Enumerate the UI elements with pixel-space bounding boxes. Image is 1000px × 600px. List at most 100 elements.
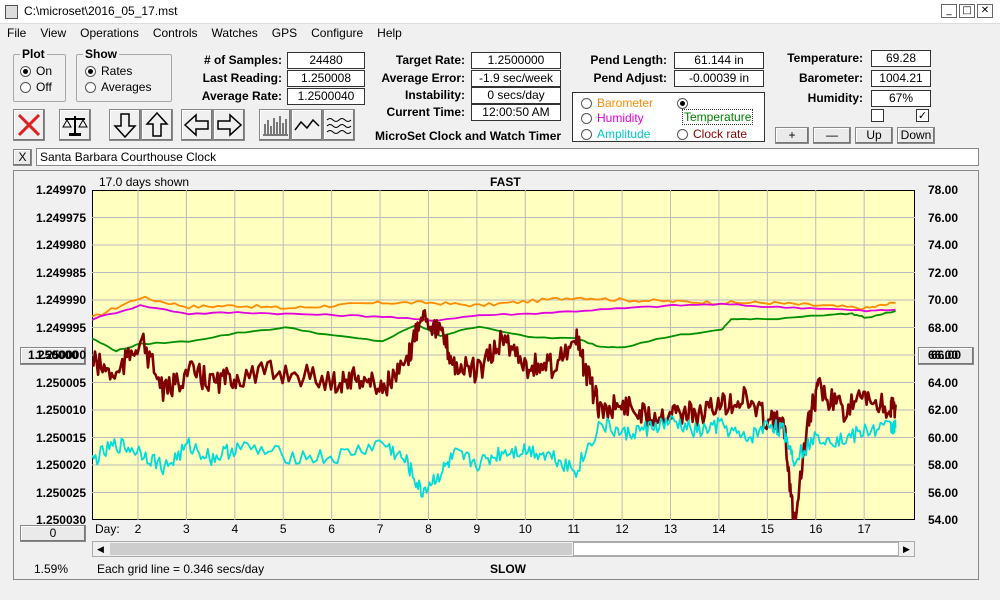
y-axis-right: 78.00 76.00 74.00 72.00 70.00 68.00 66.00 64.00…	[928, 0, 988, 600]
aux-option-barometer[interactable]: Barometer	[581, 96, 653, 110]
y-right-tick-label: 66.00	[928, 348, 959, 362]
radio-dot[interactable]	[85, 66, 96, 78]
radio-dot[interactable]	[581, 113, 592, 125]
x-tick-label: 11	[567, 522, 580, 536]
x-tick-label: 12	[615, 522, 629, 536]
y-left-tick-label: 1.249990	[35, 293, 86, 307]
humidity-value: 67%	[871, 90, 931, 107]
y-right-tick-label: 70.00	[928, 293, 959, 307]
x-tick-label: 3	[183, 522, 190, 536]
menu-bar: File View Operations Controls Watches GP…	[0, 24, 1000, 41]
radio-dot[interactable]	[677, 129, 688, 141]
arrow-down-button[interactable]	[109, 109, 141, 141]
y-left-tick-label: 1.249980	[35, 238, 86, 252]
x-tick-label: 6	[328, 522, 335, 536]
aux-option-label: Humidity	[597, 111, 644, 125]
clock-name-field[interactable]: Santa Barbara Courthouse Clock	[36, 148, 979, 166]
barometer-label: Barometer:	[798, 71, 863, 85]
y-left-tick-label: 1.250005	[35, 375, 86, 390]
y-left-tick-label: 1.250025	[35, 485, 86, 500]
radio-dot[interactable]	[581, 129, 592, 141]
x-tick-label: 2	[134, 522, 142, 536]
scroll-thumb[interactable]	[573, 542, 899, 556]
radio-dot[interactable]	[581, 98, 592, 110]
menu-controls[interactable]: Controls	[146, 26, 205, 40]
y-axis-left: 1.249970 1.249975 1.249980 1.249985 1.249990…	[14, 0, 86, 600]
grid-note: Each grid line = 0.346 secs/day	[97, 562, 265, 576]
y-right-tick-label: 78.00	[928, 183, 959, 197]
temperature-label: Temperature:	[787, 51, 863, 65]
show-group-title: Show	[83, 47, 119, 61]
plot-area	[92, 190, 915, 520]
instability-value: 0 secs/day	[471, 87, 561, 104]
arrow-left-button[interactable]	[181, 109, 213, 141]
menu-watches[interactable]: Watches	[205, 26, 265, 40]
y-left-tick-label: 1.250015	[35, 430, 86, 445]
minus-button[interactable]: —	[813, 127, 851, 144]
show-rates-radio[interactable]: Rates	[85, 64, 132, 78]
y-left-tick-label: 1.250020	[35, 458, 86, 472]
bars-view-button[interactable]	[259, 109, 291, 141]
aux-series-selector: Barometer Temperature Humidity Amplitude…	[572, 92, 765, 142]
last-reading-value: 1.250008	[287, 70, 365, 87]
aux-option-clock-rate[interactable]: Clock rate	[677, 127, 747, 141]
average-error-label: Average Error:	[381, 71, 465, 85]
x-tick-label: 10	[518, 522, 532, 536]
y-right-tick-label: 64.00	[928, 375, 959, 390]
pend-length-value[interactable]: 61.144 in	[674, 52, 764, 69]
x-tick-label: 15	[760, 522, 775, 536]
x-tick-label: 14	[712, 522, 726, 536]
last-reading-label: Last Reading:	[202, 71, 282, 85]
radio-dot[interactable]	[85, 82, 96, 94]
x-tick-label: 13	[663, 522, 678, 536]
waves-view-button[interactable]	[323, 109, 355, 141]
arrow-right-button[interactable]	[213, 109, 245, 141]
y-left-tick-label: 1.250000	[35, 348, 86, 362]
checkbox-1[interactable]	[871, 109, 884, 122]
up-button[interactable]: Up	[855, 127, 893, 144]
show-averages-label: Averages	[101, 80, 152, 94]
menu-configure[interactable]: Configure	[304, 26, 370, 40]
line-view-button[interactable]	[291, 109, 323, 141]
y-right-tick-label: 74.00	[928, 238, 959, 252]
y-right-tick-label: 62.00	[928, 403, 959, 417]
current-time-value: 12:00:50 AM	[471, 104, 561, 121]
y-left-tick-label: 1.249985	[35, 265, 86, 280]
aux-option-amplitude[interactable]: Amplitude	[581, 127, 650, 141]
average-rate-value: 1.2500040	[287, 88, 365, 105]
arrow-right-icon	[217, 113, 243, 137]
line-chart-icon	[294, 118, 320, 131]
menu-gps[interactable]: GPS	[265, 26, 304, 40]
title-bar: C:\microset\2016_05_17.mst _ □ ✕	[0, 0, 1000, 24]
app-caption: MicroSet Clock and Watch Timer	[375, 129, 562, 143]
temperature-value: 69.28	[871, 50, 931, 67]
y-left-tick-label: 1.249970	[35, 183, 86, 197]
scroll-left-arrow[interactable]: ◀	[93, 542, 108, 556]
aux-option-label: Clock rate	[693, 127, 748, 141]
horizontal-scrollbar[interactable]: ◀ ▶	[92, 541, 915, 557]
scroll-track[interactable]	[110, 543, 572, 555]
show-averages-radio[interactable]: Averages	[85, 80, 151, 94]
average-error-value: -1.9 sec/week	[471, 70, 561, 87]
x-tick-label: 8	[425, 522, 432, 536]
fast-label: FAST	[490, 175, 521, 189]
scroll-right-arrow[interactable]: ▶	[899, 542, 914, 556]
target-rate-label: Target Rate:	[395, 53, 465, 67]
aux-option-label: Barometer	[597, 96, 654, 110]
x-tick-label: 4	[231, 522, 239, 536]
aux-option-humidity[interactable]: Humidity	[581, 111, 644, 125]
pend-adjust-value: -0.00039 in	[674, 70, 764, 87]
y-right-tick-label: 72.00	[928, 265, 959, 280]
y-right-tick-label: 60.00	[928, 430, 959, 445]
arrow-up-icon	[145, 111, 169, 137]
radio-dot[interactable]	[677, 98, 688, 110]
samples-label: # of Samples:	[203, 53, 282, 67]
plus-button[interactable]: +	[775, 127, 809, 144]
aux-option-temperature[interactable]: Temperature	[677, 96, 764, 125]
menu-help[interactable]: Help	[370, 26, 409, 40]
arrow-up-button[interactable]	[141, 109, 173, 141]
current-time-label: Current Time:	[386, 105, 465, 119]
y-right-tick-label: 56.00	[928, 485, 959, 500]
target-rate-value[interactable]: 1.2500000	[471, 52, 561, 69]
y-left-tick-label: 1.249995	[35, 320, 86, 335]
